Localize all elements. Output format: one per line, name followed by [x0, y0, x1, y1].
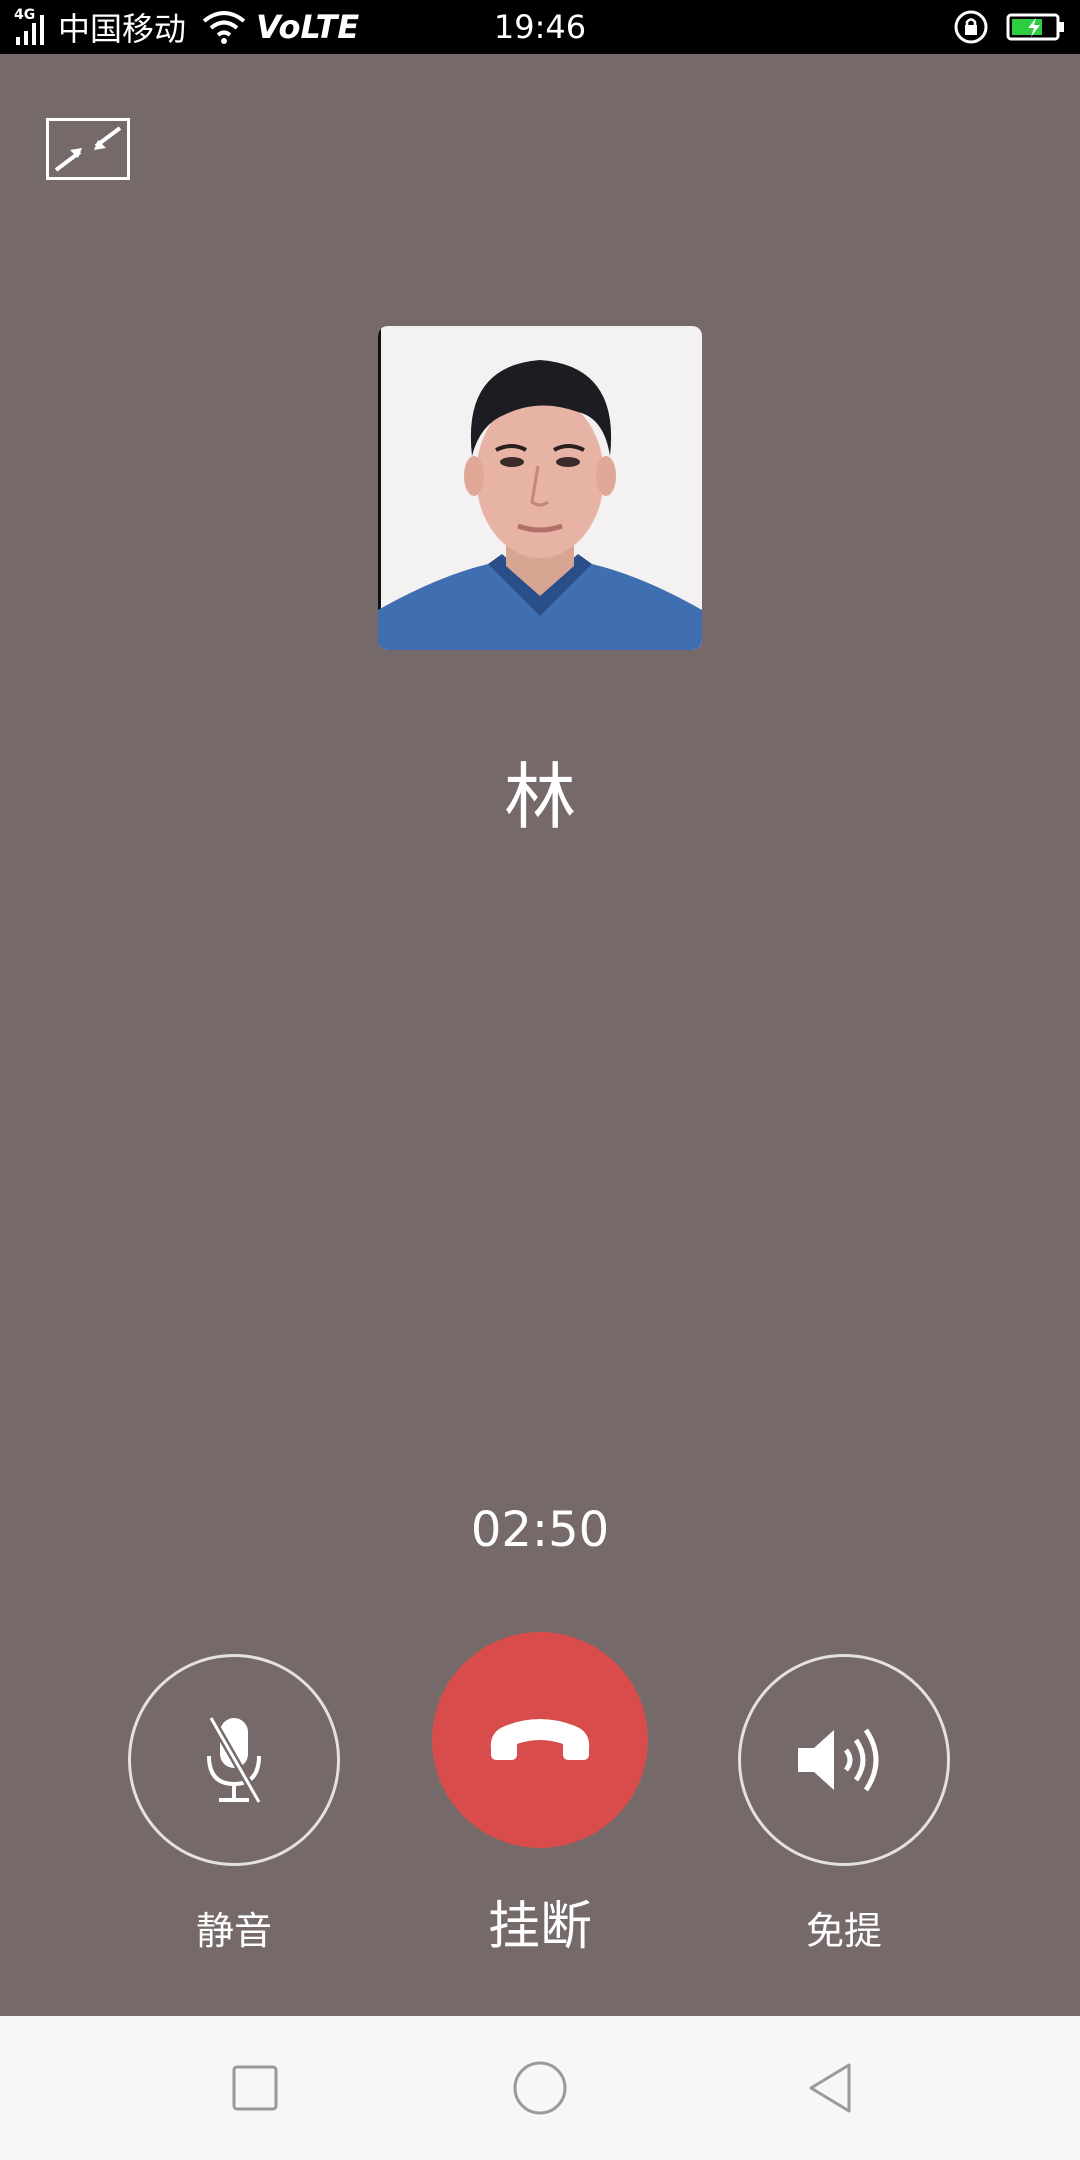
- shrink-icon: [46, 118, 130, 180]
- caller-name: 林: [503, 755, 576, 839]
- minimize-call-button[interactable]: [46, 118, 130, 180]
- speaker-label: 免提: [805, 1909, 882, 1953]
- mute-label: 静音: [195, 1909, 272, 1953]
- mute-button[interactable]: [128, 1654, 340, 1866]
- speaker-button[interactable]: [738, 1654, 950, 1866]
- mic-off-icon: [207, 1716, 263, 1804]
- call-duration: 02:50: [470, 1502, 610, 1558]
- status-right: [952, 0, 1066, 54]
- battery-charging-icon: [1006, 12, 1066, 42]
- hangup-button[interactable]: [432, 1632, 648, 1848]
- rotation-lock-icon: [952, 8, 990, 46]
- recent-apps-icon: [232, 2065, 278, 2111]
- status-bar: 4G 中国移动 VoLTE 19:46: [0, 0, 1080, 54]
- back-button[interactable]: [770, 2016, 890, 2160]
- back-icon: [809, 2063, 851, 2113]
- home-icon: [513, 2061, 567, 2115]
- status-time: 19:46: [493, 8, 587, 46]
- hangup-label: 挂断: [487, 1897, 592, 1957]
- speaker-icon: [798, 1728, 879, 1792]
- call-screen: 4G 中国移动 VoLTE 19:46 林 02:50 静音 挂断 免提: [0, 0, 1080, 2160]
- navigation-bar: [0, 2016, 1080, 2160]
- phone-hangup-icon: [490, 1719, 590, 1760]
- caller-avatar: [378, 326, 702, 650]
- contact-photo-icon: [378, 326, 702, 650]
- recent-apps-button[interactable]: [195, 2016, 315, 2160]
- home-button[interactable]: [480, 2016, 600, 2160]
